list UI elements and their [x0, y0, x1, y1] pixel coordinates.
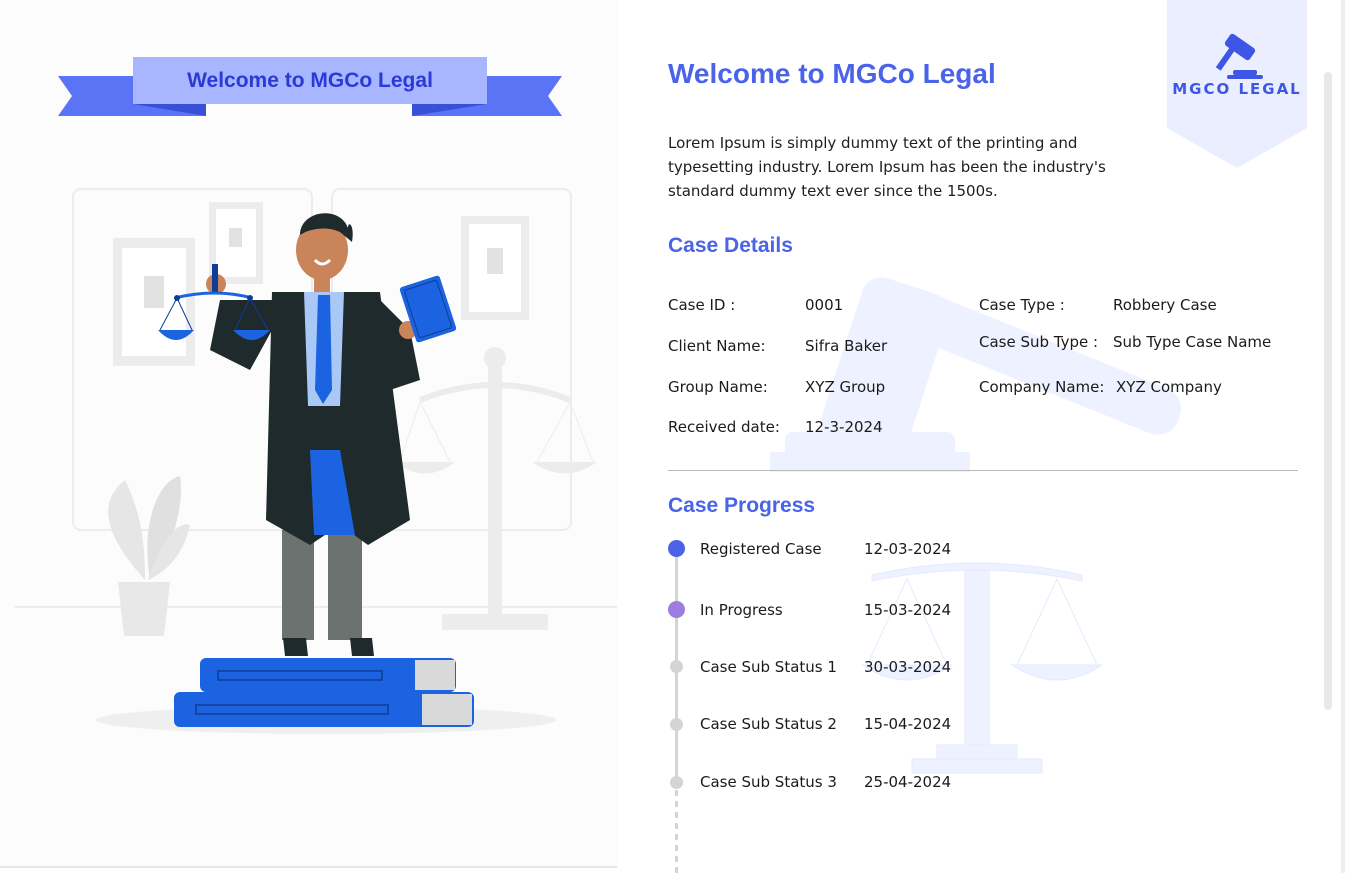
- page-title: Welcome to MGCo Legal: [668, 58, 996, 89]
- timeline-dashed-continuation: [675, 790, 678, 873]
- step-label: Case Sub Status 3: [700, 773, 837, 791]
- step-date: 15-03-2024: [864, 601, 952, 619]
- received-date-label: Received date:: [668, 418, 780, 436]
- case-type-value: Robbery Case: [1113, 296, 1217, 314]
- case-type-label: Case Type :: [979, 296, 1065, 314]
- logo-text: MGCO LEGAL: [1172, 80, 1302, 98]
- step-date: 25-04-2024: [864, 773, 952, 791]
- timeline-dot-pending: [670, 660, 683, 673]
- step-label: Registered Case: [700, 540, 822, 558]
- step-date: 15-04-2024: [864, 715, 952, 733]
- step-label: In Progress: [700, 601, 783, 619]
- timeline-dot-pending: [670, 718, 683, 731]
- step-label: Case Sub Status 1: [700, 658, 837, 676]
- case-id-label: Case ID :: [668, 296, 736, 314]
- client-name-label: Client Name:: [668, 337, 766, 355]
- intro-text: Lorem Ipsum is simply dummy text of the …: [668, 134, 1106, 200]
- step-date: 30-03-2024: [864, 658, 952, 676]
- case-details-heading: Case Details: [668, 234, 793, 257]
- timeline-dot-current: [668, 601, 685, 618]
- banner-title: Welcome to MGCo Legal: [187, 69, 433, 92]
- group-name-value: XYZ Group: [805, 378, 886, 396]
- company-name-value: XYZ Company: [1116, 378, 1222, 396]
- case-sub-type-value: Sub Type Case Name: [1113, 333, 1272, 351]
- received-date-value: 12-3-2024: [805, 418, 883, 436]
- scrollbar[interactable]: [1324, 72, 1332, 710]
- window-edge: [1341, 0, 1345, 873]
- group-name-label: Group Name:: [668, 378, 768, 396]
- case-id-value: 0001: [805, 296, 844, 314]
- client-name-value: Sifra Baker: [805, 337, 888, 355]
- timeline-dot-pending: [670, 776, 683, 789]
- case-sub-type-label: Case Sub Type :: [979, 333, 1099, 351]
- section-divider: [668, 470, 1298, 471]
- case-progress-heading: Case Progress: [668, 494, 816, 517]
- step-date: 12-03-2024: [864, 540, 952, 558]
- step-label: Case Sub Status 2: [700, 715, 837, 733]
- timeline-dot-completed: [668, 540, 685, 557]
- lawyer-illustration: [15, 188, 620, 734]
- company-name-label: Company Name:: [979, 378, 1105, 396]
